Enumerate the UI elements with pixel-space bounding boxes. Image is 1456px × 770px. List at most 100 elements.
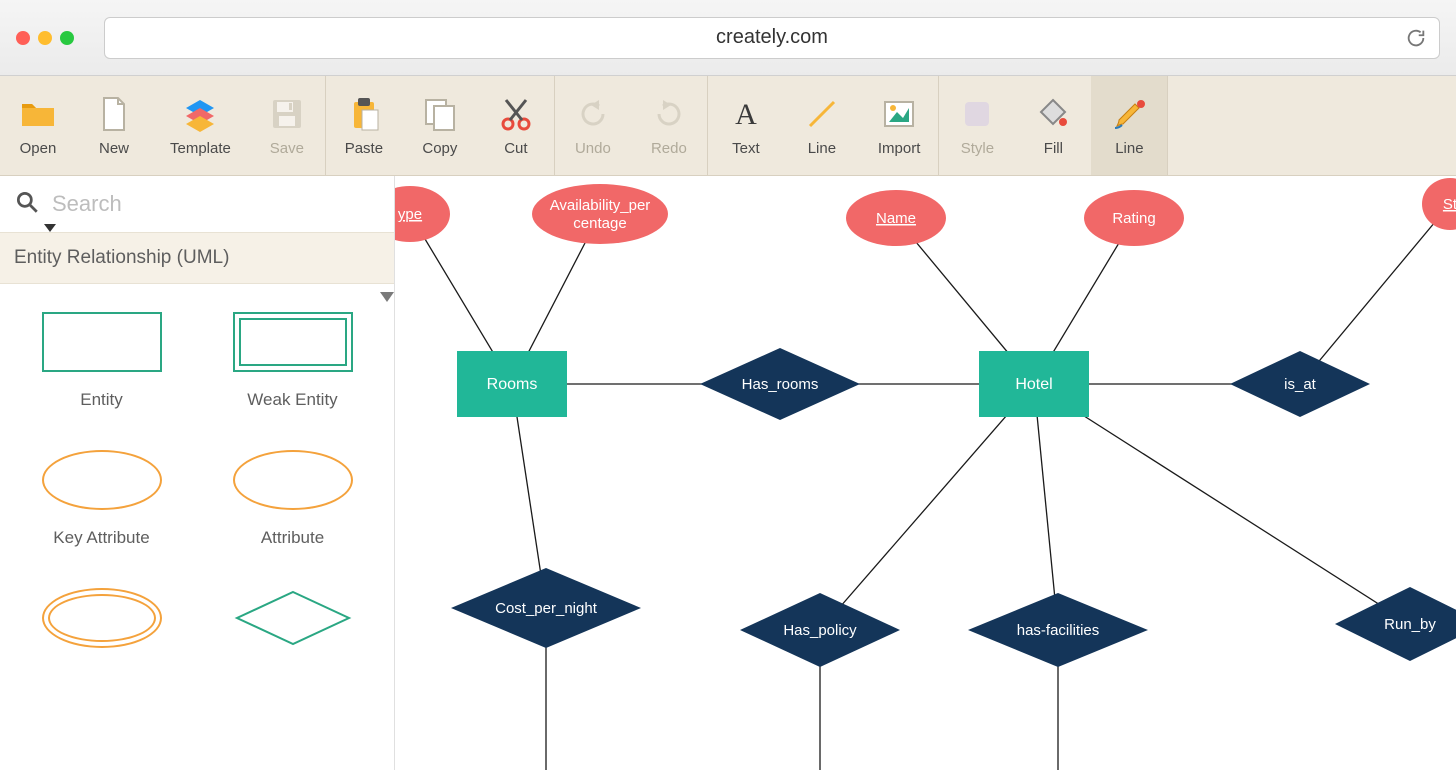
toolbar-label: Import (878, 140, 921, 157)
shapes-sidebar: Entity Relationship (UML) Entity Weak En… (0, 176, 395, 770)
cut-button[interactable]: Cut (478, 76, 554, 175)
line-button[interactable]: Line (784, 76, 860, 175)
search-row (0, 176, 394, 232)
folder-icon (18, 94, 58, 134)
open-button[interactable]: Open (0, 76, 76, 175)
toolbar-label: Text (732, 140, 760, 157)
paste-button[interactable]: Paste (326, 76, 402, 175)
toolbar-label: Line (1115, 140, 1143, 157)
relationship-cost-per-night[interactable]: Cost_per_night (451, 568, 641, 648)
toolbar-label: Template (170, 140, 231, 157)
attribute-type[interactable]: ype (395, 186, 450, 242)
toolbar-label: Line (808, 140, 836, 157)
shape-palette: Entity Weak Entity Key Attribute Attribu… (0, 284, 394, 694)
svg-text:Availability_per: Availability_per (550, 197, 651, 214)
shape-entity[interactable]: Entity (10, 312, 193, 410)
browser-chrome: creately.com (0, 0, 1456, 76)
toolbar-label: Save (270, 140, 304, 157)
scroll-up-icon[interactable] (380, 292, 394, 306)
toolbar-label: Undo (575, 140, 611, 157)
text-button[interactable]: A Text (708, 76, 784, 175)
svg-text:Has_policy: Has_policy (783, 622, 857, 639)
toolbar-label: Fill (1044, 140, 1063, 157)
style-icon (957, 94, 997, 134)
toolbar-label: New (99, 140, 129, 157)
relationship-has-rooms[interactable]: Has_rooms (700, 348, 860, 420)
search-icon (14, 189, 40, 220)
import-button[interactable]: Import (860, 76, 939, 175)
undo-button: Undo (555, 76, 631, 175)
redo-icon (649, 94, 689, 134)
attribute-name[interactable]: Name (846, 190, 946, 246)
svg-text:ype: ype (398, 206, 422, 223)
svg-text:Rating: Rating (1112, 210, 1155, 227)
pencil-icon (1109, 94, 1149, 134)
connector[interactable] (1034, 384, 1410, 624)
attribute-st[interactable]: St (1422, 178, 1456, 230)
minimize-window-button[interactable] (38, 31, 52, 45)
save-button: Save (249, 76, 325, 175)
connector[interactable] (820, 384, 1034, 630)
svg-text:A: A (735, 98, 757, 131)
text-icon: A (726, 94, 766, 134)
connector[interactable] (1300, 204, 1450, 384)
search-input[interactable] (52, 191, 380, 217)
toolbar-label: Paste (345, 140, 383, 157)
relationship-has-policy[interactable]: Has_policy (740, 593, 900, 667)
copy-button[interactable]: Copy (402, 76, 478, 175)
svg-text:has-facilities: has-facilities (1017, 622, 1100, 639)
toolbar-label: Redo (651, 140, 687, 157)
toolbar-label: Style (961, 140, 994, 157)
cut-icon (496, 94, 536, 134)
stack-icon (180, 94, 220, 134)
fill-button[interactable]: Fill (1015, 76, 1091, 175)
fill-icon (1033, 94, 1073, 134)
window-controls (16, 31, 74, 45)
svg-text:Hotel: Hotel (1015, 376, 1052, 393)
main-toolbar: Open New Template Save Paste Copy Cut Undo Redo A… (0, 76, 1456, 176)
relationship-run-by[interactable]: Run_by (1335, 587, 1456, 661)
shape-weak-entity[interactable]: Weak Entity (201, 312, 384, 410)
svg-text:centage: centage (573, 215, 626, 232)
save-icon (267, 94, 307, 134)
new-button[interactable]: New (76, 76, 152, 175)
line-tool-button[interactable]: Line (1091, 76, 1167, 175)
address-bar[interactable]: creately.com (104, 17, 1440, 59)
shape-attribute[interactable]: Attribute (201, 450, 384, 548)
svg-text:St: St (1443, 196, 1456, 213)
entity-hotel[interactable]: Hotel (979, 351, 1089, 417)
shape-category-header[interactable]: Entity Relationship (UML) (0, 232, 394, 284)
undo-icon (573, 94, 613, 134)
relationship-is-at[interactable]: is_at (1230, 351, 1370, 417)
shape-key-attribute[interactable]: Key Attribute (10, 450, 193, 548)
svg-text:Cost_per_night: Cost_per_night (495, 600, 598, 617)
toolbar-label: Cut (504, 140, 527, 157)
attribute-availability[interactable]: Availability_percentage (532, 184, 668, 244)
svg-text:Name: Name (876, 210, 916, 227)
paste-icon (344, 94, 384, 134)
svg-text:is_at: is_at (1284, 376, 1317, 393)
maximize-window-button[interactable] (60, 31, 74, 45)
shape-relationship[interactable] (201, 588, 384, 666)
diagram-canvas[interactable]: ype Availability_percentage Name Rating St Ro… (395, 176, 1456, 770)
copy-icon (420, 94, 460, 134)
relationship-has-facilities[interactable]: has-facilities (968, 593, 1148, 667)
redo-button: Redo (631, 76, 707, 175)
close-window-button[interactable] (16, 31, 30, 45)
connector[interactable] (1034, 384, 1058, 630)
svg-text:Run_by: Run_by (1384, 616, 1436, 633)
svg-text:Rooms: Rooms (487, 376, 538, 393)
entity-rooms[interactable]: Rooms (457, 351, 567, 417)
line-draw-icon (802, 94, 842, 134)
file-icon (94, 94, 134, 134)
toolbar-label: Open (20, 140, 57, 157)
svg-text:Has_rooms: Has_rooms (742, 376, 819, 393)
toolbar-label: Copy (422, 140, 457, 157)
template-button[interactable]: Template (152, 76, 249, 175)
image-icon (879, 94, 919, 134)
reload-icon[interactable] (1405, 27, 1427, 49)
url-text: creately.com (716, 26, 828, 49)
attribute-rating[interactable]: Rating (1084, 190, 1184, 246)
shape-multivalued-attribute[interactable] (10, 588, 193, 666)
style-button: Style (939, 76, 1015, 175)
